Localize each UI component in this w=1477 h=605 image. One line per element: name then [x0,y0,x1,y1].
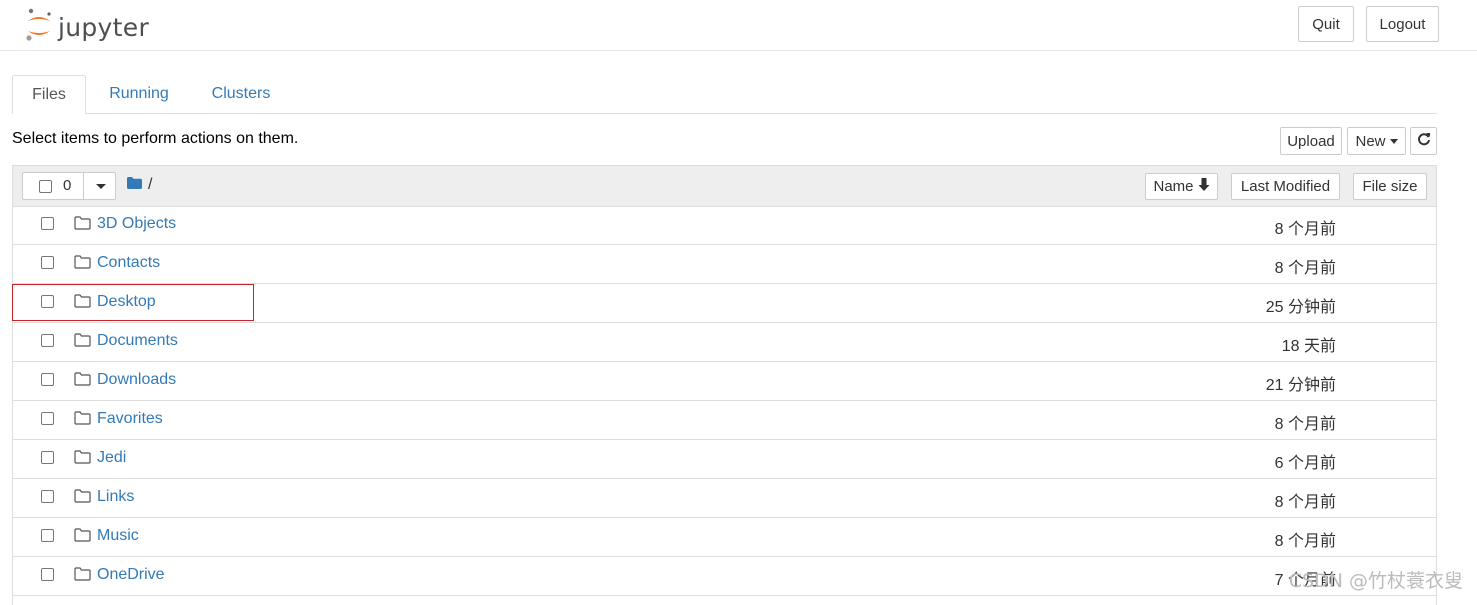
row-checkbox[interactable] [41,490,54,503]
folder-link[interactable]: Links [97,488,134,506]
instruction-text: Select items to perform actions on them. [12,130,299,147]
folder-link[interactable]: 3D Objects [97,215,176,233]
watermark: CSDN @竹杖蓑衣叟 [1288,570,1463,592]
last-modified: 8 个月前 [1274,260,1336,277]
folder-outline-icon [74,411,91,430]
last-modified: 18 天前 [1281,338,1336,355]
file-list: 0 / Name Last Modified File size 3D Obje… [12,165,1437,605]
select-menu-caret-icon[interactable] [96,184,106,189]
list-item[interactable]: Contacts 8 个月前 [13,245,1436,284]
select-all-group: 0 [22,172,116,200]
folder-link[interactable]: Downloads [97,371,176,389]
last-modified: 8 个月前 [1274,533,1336,550]
divider [83,173,84,199]
tab-clusters[interactable]: Clusters [198,75,284,113]
upload-button[interactable]: Upload [1280,127,1342,155]
caret-down-icon [1389,138,1398,144]
folder-outline-icon [74,450,91,469]
row-checkbox[interactable] [41,256,54,269]
new-button[interactable]: New [1347,127,1406,155]
folder-link[interactable]: Favorites [97,410,163,428]
tab-running[interactable]: Running [96,75,182,113]
row-checkbox[interactable] [41,529,54,542]
folder-outline-icon [74,567,91,586]
list-item[interactable]: Downloads 21 分钟前 [13,362,1436,401]
last-modified: 8 个月前 [1274,221,1336,238]
list-item[interactable]: Links 8 个月前 [13,479,1436,518]
breadcrumb-root[interactable]: / [148,176,152,194]
row-checkbox[interactable] [41,451,54,464]
new-button-label: New [1355,132,1386,150]
folder-outline-icon [74,216,91,235]
logout-button[interactable]: Logout [1366,6,1439,42]
refresh-button[interactable] [1410,127,1437,155]
sort-by-file-size-button[interactable]: File size [1353,173,1427,200]
highlight-box [12,284,254,321]
breadcrumb: / [127,176,152,194]
row-checkbox[interactable] [41,334,54,347]
top-header: jupyter Quit Logout [0,0,1477,51]
quit-button[interactable]: Quit [1298,6,1354,42]
last-modified: 25 分钟前 [1265,299,1336,316]
row-checkbox[interactable] [41,373,54,386]
list-item[interactable]: OneDrive 7 个月前 [13,557,1436,596]
jupyter-logo-icon [24,7,54,48]
arrow-down-icon [1198,178,1210,195]
folder-outline-icon [74,528,91,547]
row-checkbox[interactable] [41,217,54,230]
folder-outline-icon [74,333,91,352]
tab-bar: Files Running Clusters [12,75,1437,114]
last-modified: 6 个月前 [1274,455,1336,472]
list-item[interactable]: Documents 18 天前 [13,323,1436,362]
list-item[interactable]: Jedi 6 个月前 [13,440,1436,479]
list-item[interactable]: 3D Objects 8 个月前 [13,206,1436,245]
select-all-checkbox[interactable] [39,180,52,193]
folder-link[interactable]: Music [97,527,139,545]
folder-outline-icon [74,372,91,391]
folder-link[interactable]: Contacts [97,254,160,272]
folder-outline-icon [74,255,91,274]
folder-outline-icon [74,489,91,508]
last-modified: 8 个月前 [1274,416,1336,433]
jupyter-logo[interactable]: jupyter [24,7,149,48]
sort-by-last-modified-button[interactable]: Last Modified [1231,173,1340,200]
tab-files[interactable]: Files [12,75,86,114]
list-item[interactable]: Music 8 个月前 [13,518,1436,557]
selected-count: 0 [63,177,72,194]
refresh-icon [1417,132,1431,150]
folder-link[interactable]: OneDrive [97,566,165,584]
row-checkbox[interactable] [41,568,54,581]
logo-text: jupyter [58,13,150,42]
folder-link[interactable]: Documents [97,332,178,350]
folder-icon[interactable] [127,176,142,194]
row-checkbox[interactable] [41,412,54,425]
sort-name-label: Name [1153,178,1194,195]
last-modified: 8 个月前 [1274,494,1336,511]
last-modified: 21 分钟前 [1265,377,1336,394]
list-item[interactable]: Favorites 8 个月前 [13,401,1436,440]
file-list-header: 0 / Name Last Modified File size [13,166,1436,207]
folder-link[interactable]: Jedi [97,449,126,467]
sort-by-name-button[interactable]: Name [1145,173,1218,200]
